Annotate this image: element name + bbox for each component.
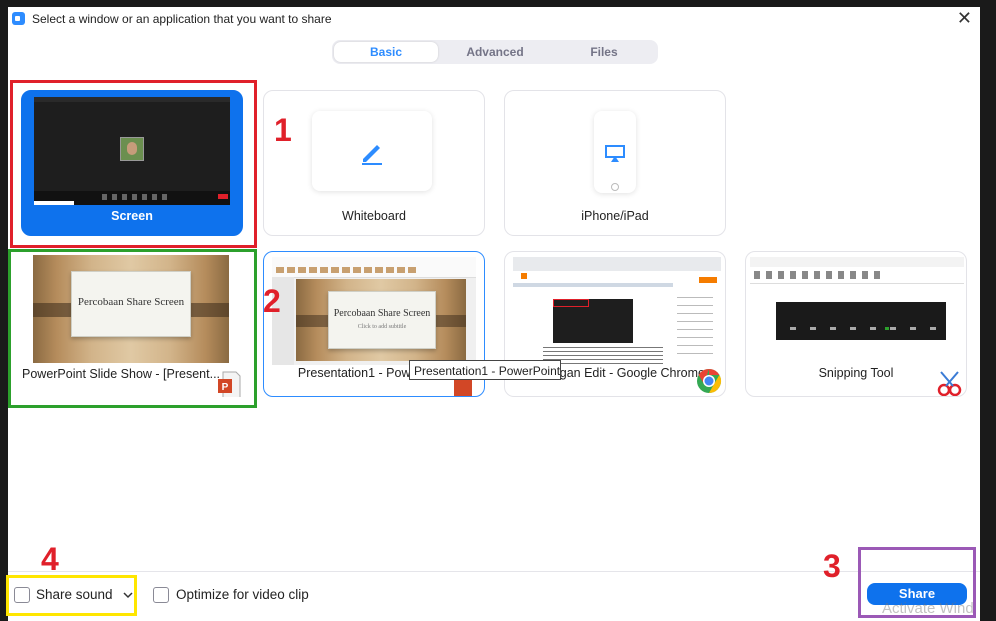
airplay-icon [605, 145, 625, 162]
chrome-preview [513, 257, 721, 365]
close-icon[interactable]: ✕ [957, 9, 972, 27]
presentation-slide-subtitle: Click to add subtitle [357, 324, 407, 330]
tile-label-whiteboard: Whiteboard [342, 209, 406, 223]
powerpoint-preview: Percobaan Share Screen Click to add subt… [272, 257, 476, 365]
tile-snipping-tool[interactable]: Snipping Tool [745, 251, 967, 397]
whiteboard-card [312, 111, 432, 191]
tooltip: Presentation1 - PowerPoint [409, 360, 561, 380]
dialog-title: Select a window or an application that y… [32, 12, 332, 26]
annotation-number-2: 2 [263, 283, 281, 319]
snipping-tool-icon [937, 371, 962, 396]
title-bar: Select a window or an application that y… [8, 7, 980, 31]
annotation-box-yellow [6, 575, 137, 616]
tab-advanced[interactable]: Advanced [443, 42, 547, 62]
tile-iphone-ipad[interactable]: iPhone/iPad [504, 90, 726, 236]
tile-label-iphone: iPhone/iPad [581, 209, 649, 223]
zoom-app-icon [12, 12, 25, 25]
tile-label-snipping: Snipping Tool [818, 366, 894, 380]
chrome-icon [697, 369, 722, 393]
annotation-number-3: 3 [823, 548, 841, 584]
tab-basic[interactable]: Basic [334, 42, 438, 62]
share-tabs: Basic Advanced Files [332, 40, 658, 64]
optimize-video-checkbox[interactable] [153, 587, 169, 603]
pen-icon [362, 145, 382, 165]
tab-files[interactable]: Files [552, 42, 656, 62]
phone-card [594, 111, 636, 193]
annotation-box-purple [858, 547, 976, 618]
annotation-number-4: 4 [41, 541, 59, 577]
optimize-video-label: Optimize for video clip [176, 587, 309, 602]
annotation-box-green [8, 249, 257, 408]
snipping-preview [750, 257, 964, 363]
annotation-number-1: 1 [274, 112, 292, 148]
annotation-box-red [10, 80, 257, 248]
presentation-slide-title: Percobaan Share Screen [333, 308, 431, 319]
tile-whiteboard[interactable]: Whiteboard [263, 90, 485, 236]
